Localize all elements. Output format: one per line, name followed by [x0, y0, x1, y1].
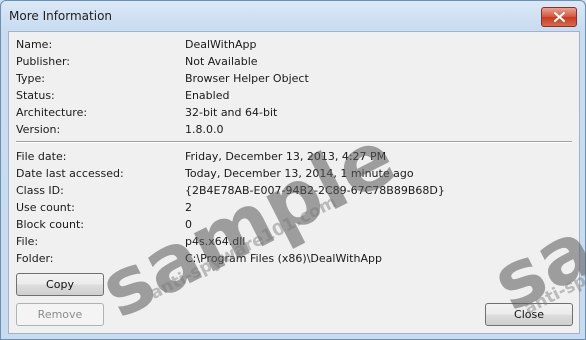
property-label-type: Type:	[16, 72, 45, 85]
file-value-date: Friday, December 13, 2013, 4:27 PM	[185, 150, 387, 163]
property-label-architecture: Architecture:	[16, 106, 88, 119]
window-close-button[interactable]	[541, 7, 577, 27]
property-label-version: Version:	[16, 123, 61, 136]
file-label-block-count: Block count:	[16, 218, 84, 231]
window-title: More Information	[9, 9, 113, 23]
property-value-publisher: Not Available	[185, 55, 258, 68]
title-bar[interactable]: More Information	[1, 1, 585, 31]
copy-button[interactable]: Copy	[16, 273, 104, 296]
property-label-status: Status:	[16, 89, 55, 102]
file-label-use-count: Use count:	[16, 201, 75, 214]
property-value-architecture: 32-bit and 64-bit	[185, 106, 278, 119]
property-value-status: Enabled	[185, 89, 230, 102]
property-value-version: 1.8.0.0	[185, 123, 224, 136]
property-value-name: DealWithApp	[185, 38, 257, 51]
file-value-file: p4s.x64.dll	[185, 235, 246, 248]
property-label-name: Name:	[16, 38, 53, 51]
file-value-last-accessed: Today, December 13, 2014, 1 minute ago	[185, 167, 414, 180]
property-value-type: Browser Helper Object	[185, 72, 309, 85]
section-divider	[16, 141, 572, 143]
close-icon	[553, 12, 565, 22]
file-value-folder: C:\Program Files (x86)\DealWithApp	[185, 252, 382, 265]
file-label-file: File:	[16, 235, 39, 248]
dialog-content: Name: DealWithApp Publisher: Not Availab…	[8, 31, 580, 334]
file-value-block-count: 0	[185, 218, 192, 231]
remove-button[interactable]: Remove	[16, 303, 104, 326]
file-label-class-id: Class ID:	[16, 184, 64, 197]
file-value-class-id: {2B4E78AB-E007-94B2-2C89-67C78B89B68D}	[185, 184, 445, 197]
file-label-date: File date:	[16, 150, 67, 163]
file-label-folder: Folder:	[16, 252, 54, 265]
property-label-publisher: Publisher:	[16, 55, 71, 68]
close-button[interactable]: Close	[485, 303, 573, 326]
file-label-last-accessed: Date last accessed:	[16, 167, 124, 180]
file-value-use-count: 2	[185, 201, 192, 214]
dialog-window: More Information Name: DealWithApp Publi…	[0, 0, 586, 340]
